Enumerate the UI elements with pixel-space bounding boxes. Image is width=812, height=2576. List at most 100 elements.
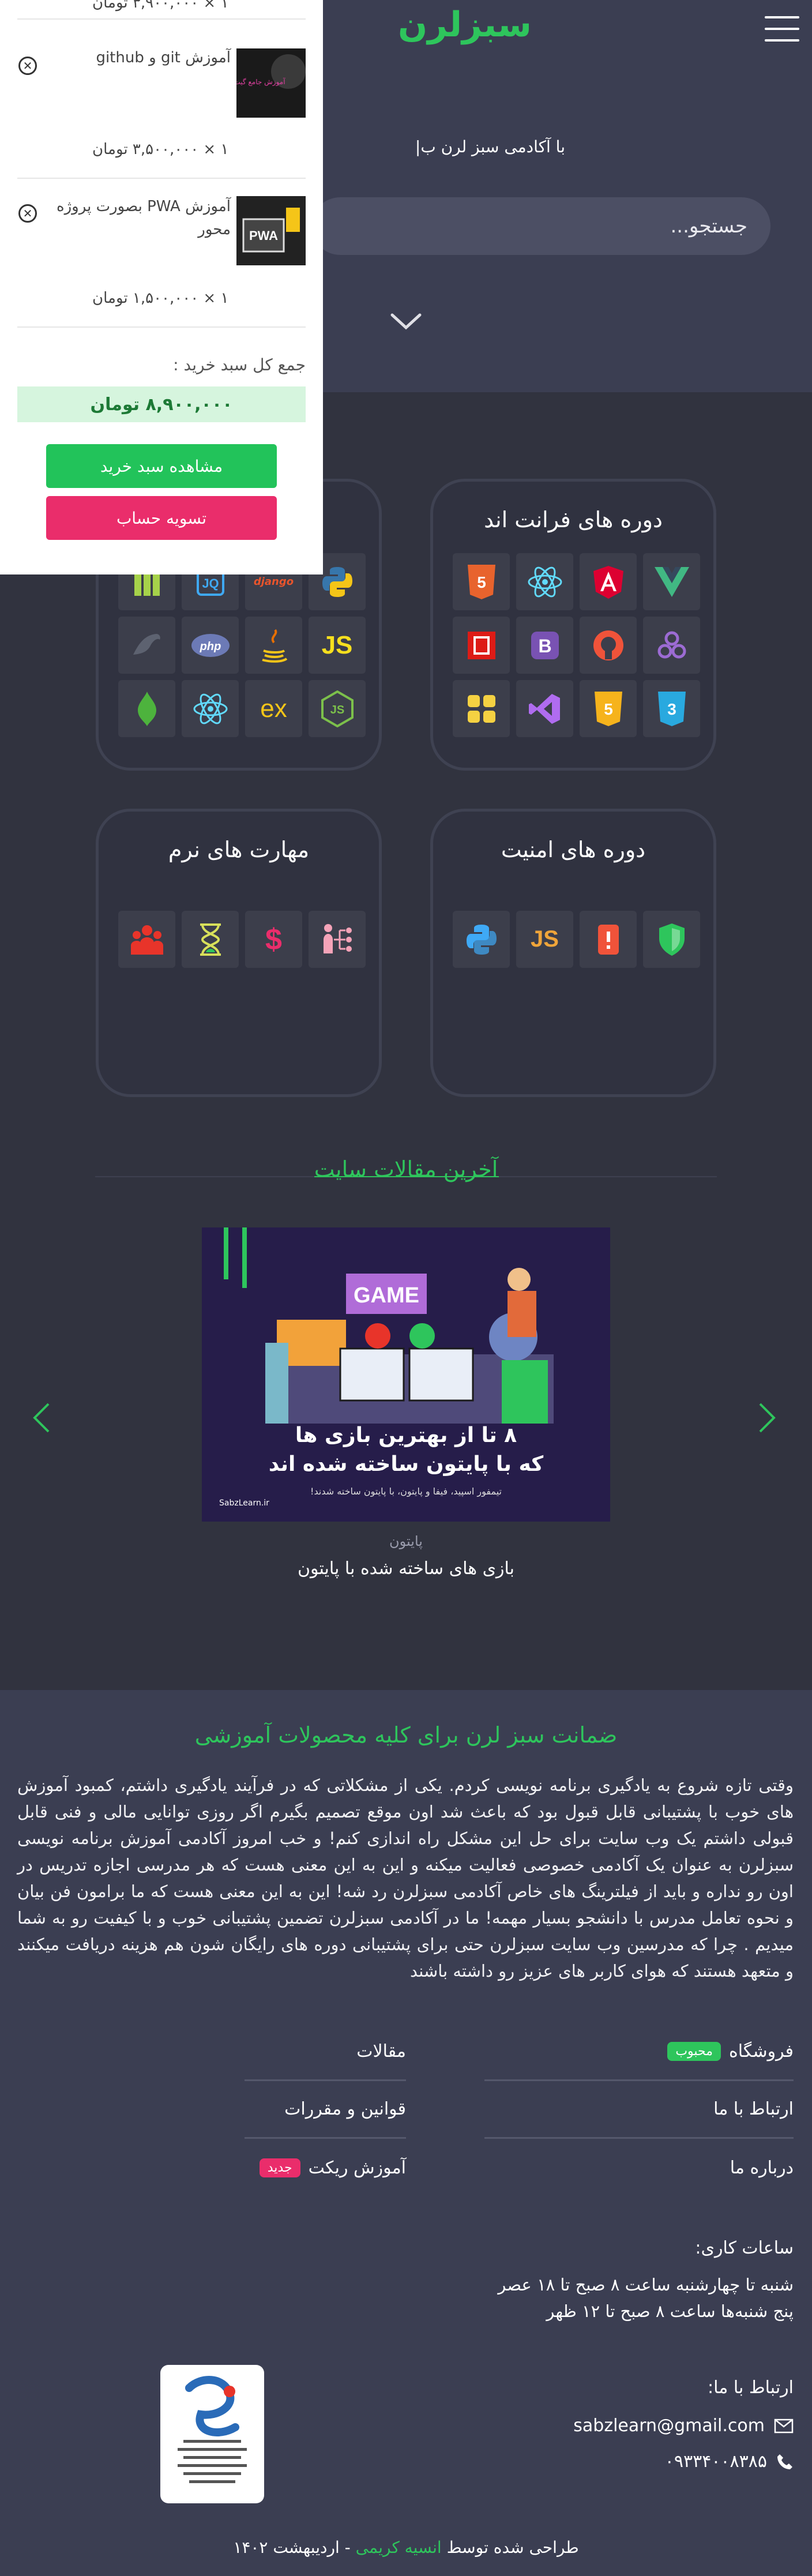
angular-icon[interactable]: [580, 553, 637, 610]
cart-item-thumbnail[interactable]: آموزش جامع گیت: [234, 48, 306, 118]
search-box[interactable]: [311, 197, 770, 255]
footer-link-label: آموزش ریکت: [308, 2157, 406, 2178]
site-logo[interactable]: سبزلرن: [398, 5, 533, 45]
footer-link-articles[interactable]: مقالات: [245, 2023, 406, 2081]
contact-phone[interactable]: ۰۹۳۳۴۰۰۸۳۸۵: [665, 2451, 794, 2472]
js-label: JS: [531, 926, 559, 952]
hourglass-icon[interactable]: [182, 911, 239, 968]
cart-item-qty: ۱ × ۳,۹۰۰,۰۰۰ تومان: [92, 0, 229, 12]
remove-item-icon[interactable]: ✕: [18, 57, 37, 75]
chevron-down-icon[interactable]: [390, 311, 422, 331]
react-icon[interactable]: [182, 680, 239, 737]
svg-text:5: 5: [477, 573, 486, 591]
vue-icon[interactable]: [643, 553, 700, 610]
footer-link-label: فروشگاه: [729, 2041, 794, 2061]
react-icon[interactable]: [516, 553, 573, 610]
network-icon[interactable]: [309, 911, 366, 968]
mysql-icon[interactable]: [118, 617, 175, 674]
css3-icon[interactable]: 3: [643, 680, 700, 737]
php-label: php: [199, 640, 221, 653]
guarantee-title: ضمانت سبز لرن برای کلیه محصولات آموزشی: [194, 1722, 618, 1748]
image-game-label: GAME: [354, 1283, 419, 1308]
python-icon[interactable]: [453, 911, 510, 968]
image-subline: تیمفور اسپید، فیفا و پایتون، با پایتون س…: [310, 1486, 502, 1497]
designer-name-link[interactable]: انسیه کریمی: [356, 2538, 442, 2557]
redux-icon[interactable]: [643, 617, 700, 674]
footer-link-shop[interactable]: فروشگاه محبوب: [484, 2023, 794, 2081]
footer-link-react[interactable]: آموزش ریکت جدید: [245, 2139, 406, 2196]
card-title: دوره های امنیت: [501, 837, 646, 862]
phone-text: ۰۹۳۳۴۰۰۸۳۸۵: [664, 2451, 767, 2472]
view-cart-button[interactable]: مشاهده سبد خرید: [46, 444, 277, 488]
search-input[interactable]: [311, 197, 770, 255]
guarantee-text: وقتی تازه شروع به یادگیری برنامه نویسی ک…: [17, 1775, 794, 1981]
security-icon-grid: JS: [453, 911, 700, 968]
phone-icon: [777, 2454, 792, 2469]
new-badge: جدید: [259, 2158, 300, 2177]
mongodb-icon[interactable]: [118, 680, 175, 737]
security-courses-card[interactable]: دوره های امنیت JS: [430, 809, 716, 1097]
thumb-text: آموزش جامع گیت: [236, 77, 285, 87]
php-icon[interactable]: php: [182, 617, 239, 674]
title-divider-right: [499, 1176, 717, 1177]
cart-item-thumbnail[interactable]: PWA: [236, 196, 306, 265]
decor-bar: [242, 1227, 247, 1288]
cart-divider: [17, 326, 306, 328]
card-title: دوره های فرانت اند: [484, 507, 663, 532]
article-title[interactable]: بازی های ساخته شده با پایتون: [0, 1559, 812, 1579]
frontend-courses-card[interactable]: دوره های فرانت اند 5 B 5 3: [430, 479, 716, 771]
js-icon[interactable]: JS: [309, 617, 366, 674]
working-hours-line: پنج شنبه‌ها ساعت ۸ صبح تا ۱۲ ظهر: [546, 2301, 794, 2321]
js-label: JS: [321, 630, 353, 659]
contact-email[interactable]: sabzlearn@gmail.com: [573, 2416, 794, 2436]
card-title: مهارت های نرم: [168, 837, 310, 862]
nodejs-icon[interactable]: JS: [309, 680, 366, 737]
footer-link-contact[interactable]: ارتباط با ما: [484, 2081, 794, 2139]
softskills-courses-card[interactable]: مهارت های نرم $: [96, 809, 382, 1097]
html5-icon[interactable]: 5: [580, 680, 637, 737]
slider-prev-arrow-icon[interactable]: [30, 1400, 53, 1435]
footer-link-about[interactable]: درباره ما: [484, 2139, 794, 2196]
remove-item-icon[interactable]: ✕: [18, 204, 37, 223]
credit-prefix: طراحی شده توسط: [446, 2538, 579, 2557]
svg-text:3: 3: [667, 700, 676, 718]
working-hours-title: ساعات کاری:: [695, 2238, 794, 2258]
team-icon[interactable]: [118, 911, 175, 968]
shield-icon[interactable]: [643, 911, 700, 968]
svg-text:JS: JS: [330, 704, 344, 716]
hamburger-menu-icon[interactable]: [765, 16, 799, 42]
footer-link-rules[interactable]: قوانین و مقررات: [245, 2081, 406, 2139]
html5-icon[interactable]: 5: [453, 553, 510, 610]
hero-typing-text: با آکادمی سبز لرن ب|: [415, 137, 565, 156]
github-icon[interactable]: [580, 617, 637, 674]
articles-section-title: آخرین مقالات سایت: [314, 1156, 498, 1182]
cart-item-qty: ۱ × ۱,۵۰۰,۰۰۰ تومان: [92, 290, 229, 307]
vscode-icon[interactable]: [516, 680, 573, 737]
cart-total-label: جمع کل سبد خرید :: [173, 355, 306, 374]
enamad-trust-seal[interactable]: [160, 2365, 264, 2503]
design-credit: طراحی شده توسط انسیه کریمی - اردیبهشت ۱۴…: [0, 2538, 812, 2557]
email-text: sabzlearn@gmail.com: [573, 2416, 765, 2436]
cart-item-name[interactable]: آموزش git و github: [58, 46, 231, 69]
slider-next-arrow-icon[interactable]: [755, 1400, 779, 1435]
thumb-text: PWA: [249, 228, 278, 243]
mail-icon: [774, 2419, 794, 2433]
article-thumbnail[interactable]: GAME ۸ تا از بهترین بازی ها که با پایتون…: [202, 1227, 610, 1522]
framework-icon[interactable]: [453, 617, 510, 674]
footer-link-label: ارتباط با ما: [713, 2099, 794, 2119]
device-icon[interactable]: [580, 911, 637, 968]
checkout-button[interactable]: تسویه حساب: [46, 496, 277, 540]
cart-item-name[interactable]: آموزش PWA بصورت پروژه محور: [40, 195, 231, 241]
java-icon[interactable]: [245, 617, 302, 674]
backend-icon-grid: JQ django php JS ex JS: [118, 553, 366, 737]
bootstrap-icon[interactable]: B: [516, 617, 573, 674]
grid-icon[interactable]: [453, 680, 510, 737]
django-label: django: [253, 576, 294, 588]
popular-badge: محبوب: [667, 2042, 721, 2061]
js-icon[interactable]: JS: [516, 911, 573, 968]
article-category[interactable]: پایتون: [0, 1533, 812, 1549]
express-icon[interactable]: ex: [245, 680, 302, 737]
dollar-icon[interactable]: $: [245, 911, 302, 968]
footer-link-label: مقالات: [356, 2041, 406, 2061]
cart-divider: [17, 18, 306, 20]
